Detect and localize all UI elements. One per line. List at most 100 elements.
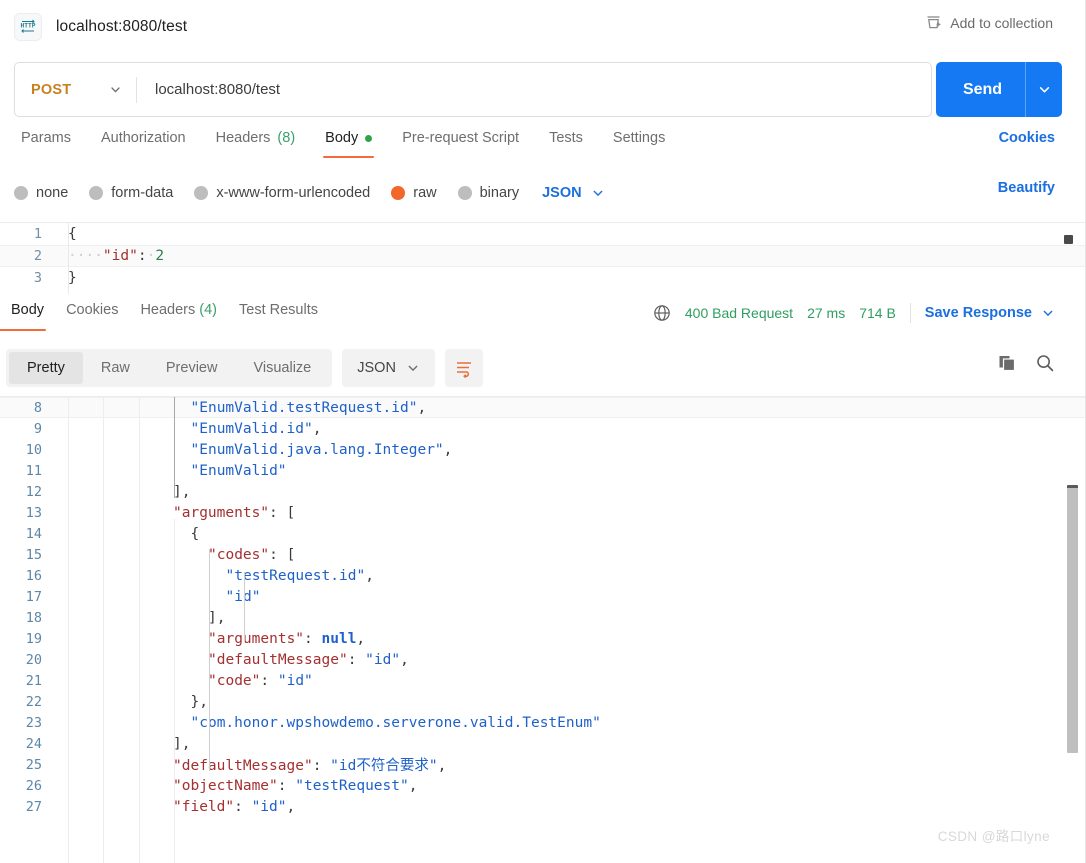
- chevron-down-icon: [109, 83, 122, 96]
- code-token: "code": [208, 672, 261, 689]
- line-number: 3: [33, 270, 42, 286]
- response-tab-body[interactable]: Body: [0, 296, 55, 331]
- request-tab-tests[interactable]: Tests: [539, 128, 593, 158]
- request-tab-label: Body: [325, 130, 359, 146]
- request-tab-settings[interactable]: Settings: [603, 128, 675, 158]
- line-number: 1: [33, 226, 42, 242]
- body-type-form-data[interactable]: form-data: [89, 185, 173, 201]
- request-tab-authorization[interactable]: Authorization: [91, 128, 196, 158]
- request-body-editor[interactable]: 1{2 ····"id":·2 3}: [0, 222, 1086, 294]
- code-fold-guide: [174, 397, 175, 498]
- response-tab-test-results[interactable]: Test Results: [228, 296, 329, 331]
- chevron-down-icon: [406, 361, 420, 375]
- copy-icon[interactable]: [997, 353, 1017, 373]
- code-token: ,: [181, 483, 191, 500]
- code-token: "id": [277, 672, 313, 689]
- response-body-viewer[interactable]: 8 "EnumValid.testRequest.id", 9 "EnumValid.…: [0, 396, 1086, 863]
- radio-button[interactable]: [391, 186, 406, 200]
- collection-add-icon: [925, 14, 942, 31]
- code-token: :: [260, 672, 278, 689]
- indent-guide: [68, 397, 69, 863]
- response-tab-cookies[interactable]: Cookies: [55, 296, 129, 331]
- request-body-line-text: ····"id":·2: [54, 245, 1086, 267]
- response-body-line: 20 "defaultMessage": "id",: [0, 649, 1086, 670]
- code-token: ····: [68, 248, 103, 264]
- postman-window: HTTP localhost:8080/test Add to collecti…: [0, 0, 1086, 863]
- request-tabs: Params Authorization Headers (8) Body Pre-req…: [0, 128, 1086, 165]
- line-number: 16: [25, 567, 42, 584]
- wrap-text-icon: [454, 358, 474, 378]
- request-editor-scrollbar[interactable]: [1064, 223, 1080, 294]
- request-tab-label: Tests: [549, 130, 583, 146]
- code-token: :: [304, 630, 322, 647]
- body-type-x-www-form-urlencoded[interactable]: x-www-form-urlencoded: [194, 185, 370, 201]
- response-scrollbar-thumb[interactable]: [1067, 485, 1078, 753]
- radio-button[interactable]: [14, 186, 28, 200]
- request-tab-body[interactable]: Body: [315, 128, 382, 158]
- save-response-button[interactable]: Save Response: [925, 305, 1055, 321]
- body-type-options: none form-data x-www-form-urlencoded raw bin…: [0, 176, 1086, 210]
- code-token: "testRequest": [295, 777, 409, 794]
- request-tab-headers[interactable]: Headers (8): [206, 128, 306, 158]
- radio-button[interactable]: [89, 186, 104, 200]
- code-token: ,: [181, 735, 191, 752]
- response-view-visualize[interactable]: Visualize: [235, 352, 329, 384]
- code-token: ,: [443, 441, 453, 458]
- response-body-line-text: "field": "id",: [54, 799, 1086, 815]
- body-type-label: x-www-form-urlencoded: [216, 185, 371, 201]
- radio-button[interactable]: [457, 186, 472, 200]
- response-view-pretty[interactable]: Pretty: [9, 352, 83, 384]
- response-scrollbar[interactable]: [1067, 397, 1082, 863]
- body-type-label: binary: [479, 185, 520, 201]
- add-to-collection-button[interactable]: Add to collection: [925, 14, 1053, 31]
- globe-icon: [653, 304, 671, 322]
- response-body-line: 9 "EnumValid.id",: [0, 418, 1086, 439]
- wrap-lines-button[interactable]: [444, 349, 483, 387]
- request-tab-pre-request-script[interactable]: Pre-request Script: [392, 128, 529, 158]
- request-tab-params[interactable]: Params: [11, 128, 81, 158]
- body-type-label: none: [36, 185, 69, 201]
- line-number: 13: [25, 504, 42, 521]
- code-fold-guide: [174, 519, 175, 863]
- chevron-down-icon: [1041, 306, 1055, 320]
- cookies-link[interactable]: Cookies: [999, 130, 1055, 146]
- response-body-line: 12],: [0, 481, 1086, 502]
- beautify-button[interactable]: Beautify: [998, 180, 1055, 196]
- response-body-line-text: "EnumValid.java.lang.Integer",: [54, 442, 1086, 458]
- request-scrollbar-thumb[interactable]: [1064, 235, 1073, 244]
- response-view-raw[interactable]: Raw: [83, 352, 148, 384]
- code-token: ,: [408, 777, 418, 794]
- response-format-label: JSON: [357, 360, 396, 376]
- code-fold-guide: [209, 549, 210, 771]
- response-body-line-text: "EnumValid.id",: [54, 421, 1086, 437]
- body-type-label: form-data: [111, 185, 174, 201]
- response-body-line: 8 "EnumValid.testRequest.id",: [0, 397, 1086, 418]
- method-dropdown[interactable]: POST: [15, 63, 136, 116]
- response-size: 714 B: [859, 305, 896, 321]
- body-format-dropdown[interactable]: JSON: [542, 185, 605, 201]
- response-tab-headers[interactable]: Headers (4): [129, 296, 228, 331]
- code-token: ,: [417, 399, 427, 416]
- line-number: 19: [25, 630, 42, 647]
- line-number: 11: [25, 462, 42, 479]
- body-type-binary[interactable]: binary: [457, 185, 520, 201]
- body-type-raw[interactable]: raw: [391, 185, 437, 201]
- response-view-preview[interactable]: Preview: [148, 352, 236, 384]
- response-body-line: 17 "id": [0, 586, 1086, 607]
- body-type-none[interactable]: none: [14, 185, 68, 201]
- code-token: : [: [269, 504, 296, 521]
- response-body-line: 21 "code": "id": [0, 670, 1086, 691]
- send-button-group[interactable]: Send: [936, 62, 1062, 117]
- send-button[interactable]: Send: [936, 81, 1025, 99]
- request-body-line: 1{: [0, 223, 1086, 245]
- code-token: "id": [225, 588, 261, 605]
- search-icon[interactable]: [1035, 353, 1055, 373]
- response-format-dropdown[interactable]: JSON: [342, 349, 435, 387]
- send-options-button[interactable]: [1026, 82, 1062, 97]
- radio-button[interactable]: [194, 186, 209, 200]
- code-token: "arguments": [173, 504, 270, 521]
- url-input[interactable]: [137, 63, 931, 116]
- code-token: ,: [312, 420, 322, 437]
- response-meta: 400 Bad Request 27 ms 714 B Save Respons…: [653, 303, 1055, 323]
- code-token: "defaultMessage": [208, 651, 348, 668]
